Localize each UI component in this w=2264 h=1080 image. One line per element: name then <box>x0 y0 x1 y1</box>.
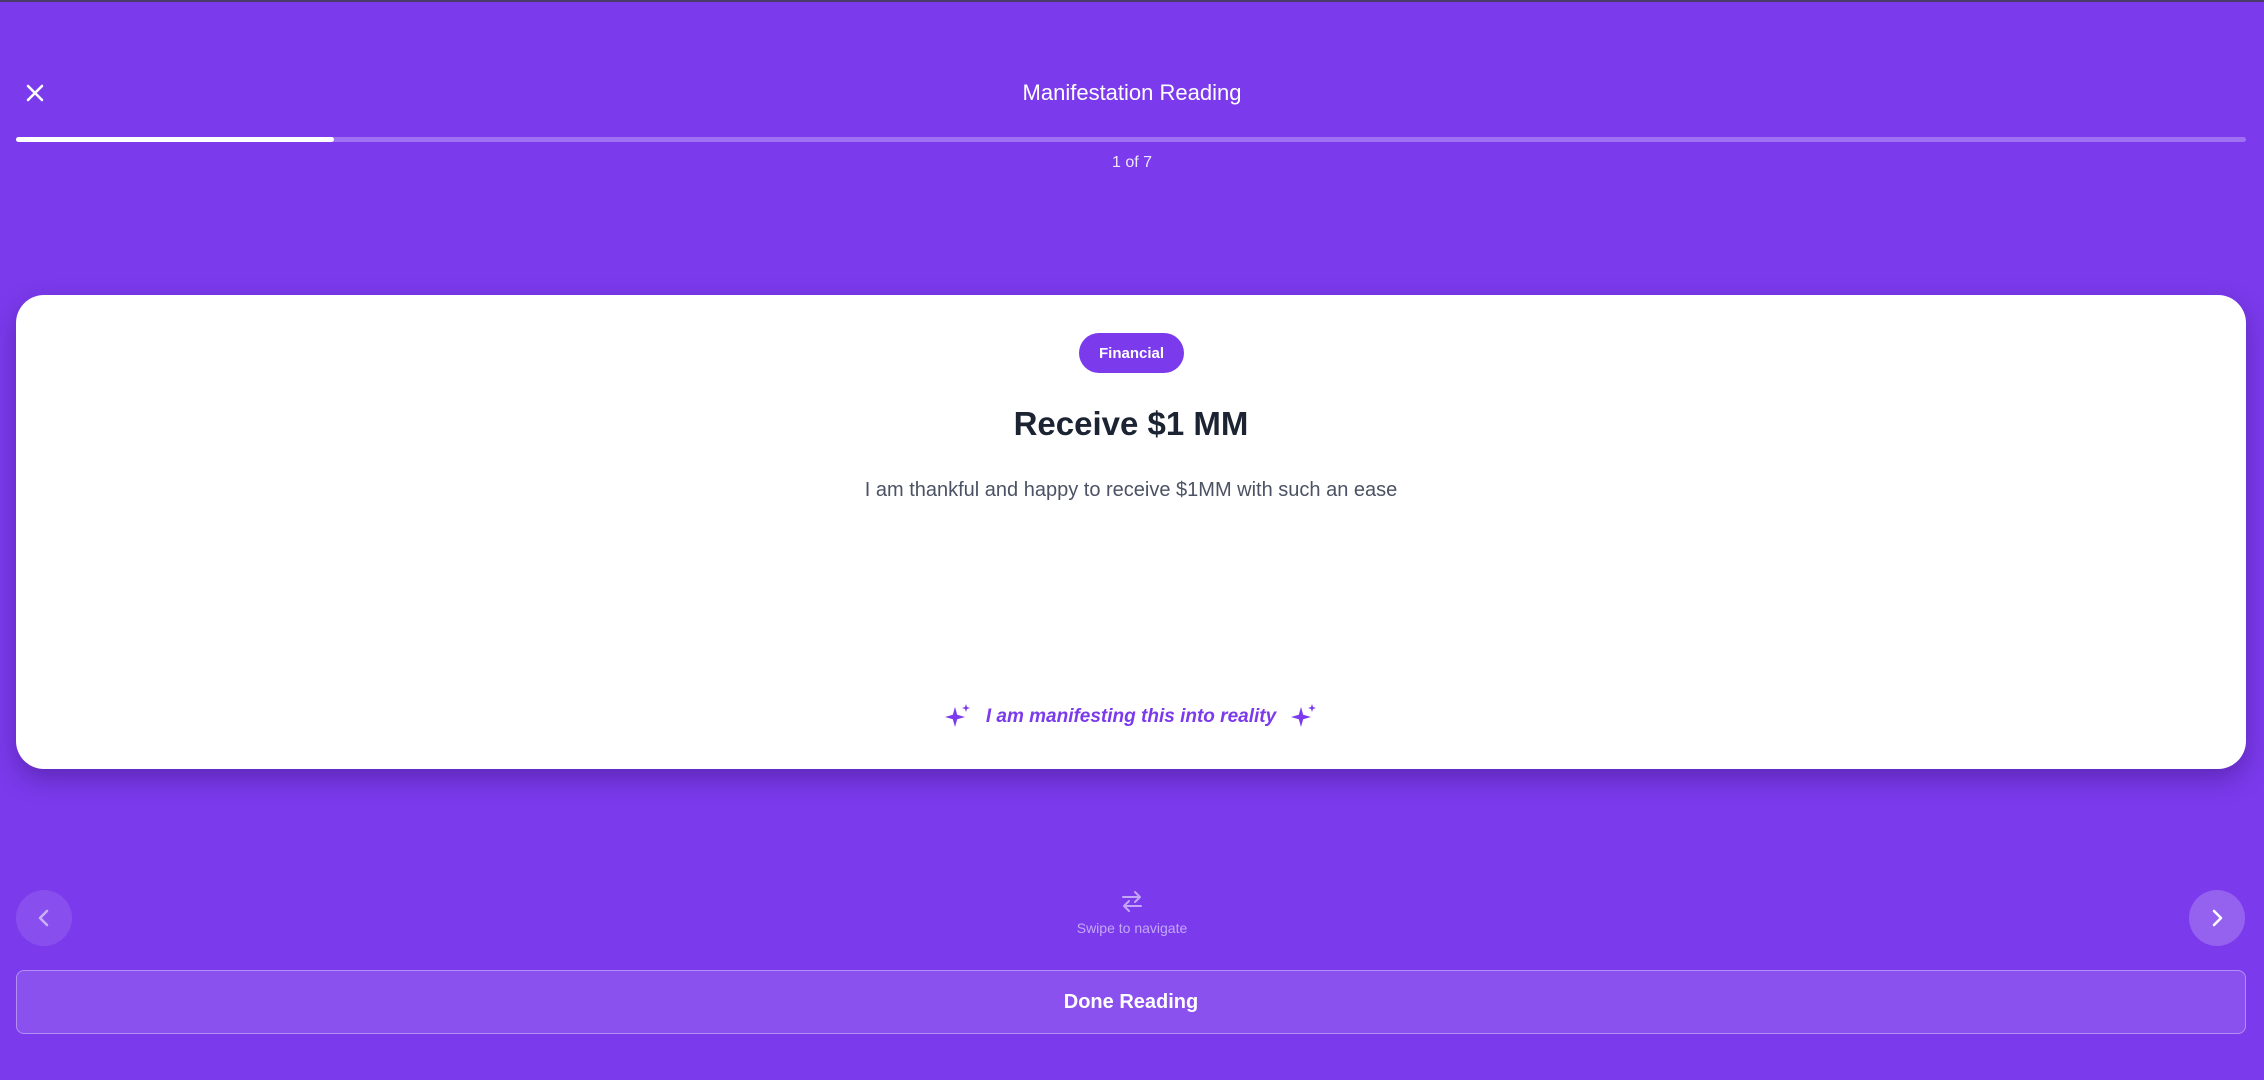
swap-arrows-icon <box>1122 891 1142 912</box>
manifest-statement: I am manifesting this into reality <box>16 703 2246 731</box>
next-button[interactable] <box>2189 890 2245 946</box>
top-edge-divider <box>0 0 2264 2</box>
progress-counter: 1 of 7 <box>1111 154 1153 171</box>
progress-bar <box>16 137 2246 142</box>
affirmation-card[interactable]: Financial Receive $1 MM I am thankful an… <box>16 295 2246 769</box>
affirmation-title: Receive $1 MM <box>1013 405 1249 442</box>
affirmation-description: I am thankful and happy to receive $1MM … <box>864 479 1398 501</box>
swipe-hint: Swipe to navigate <box>0 888 2264 936</box>
done-reading-button[interactable]: Done Reading <box>16 970 2246 1034</box>
swipe-hint-text: Swipe to navigate <box>1076 920 1188 936</box>
sparkles-icon <box>944 703 972 731</box>
manifest-text: I am manifesting this into reality <box>985 706 1277 727</box>
sparkles-icon <box>1290 703 1318 731</box>
progress-bar-fill <box>16 137 335 142</box>
chevron-right-icon <box>2212 909 2223 927</box>
category-badge: Financial <box>1079 333 1184 373</box>
page-title: Manifestation Reading <box>1022 80 1242 105</box>
